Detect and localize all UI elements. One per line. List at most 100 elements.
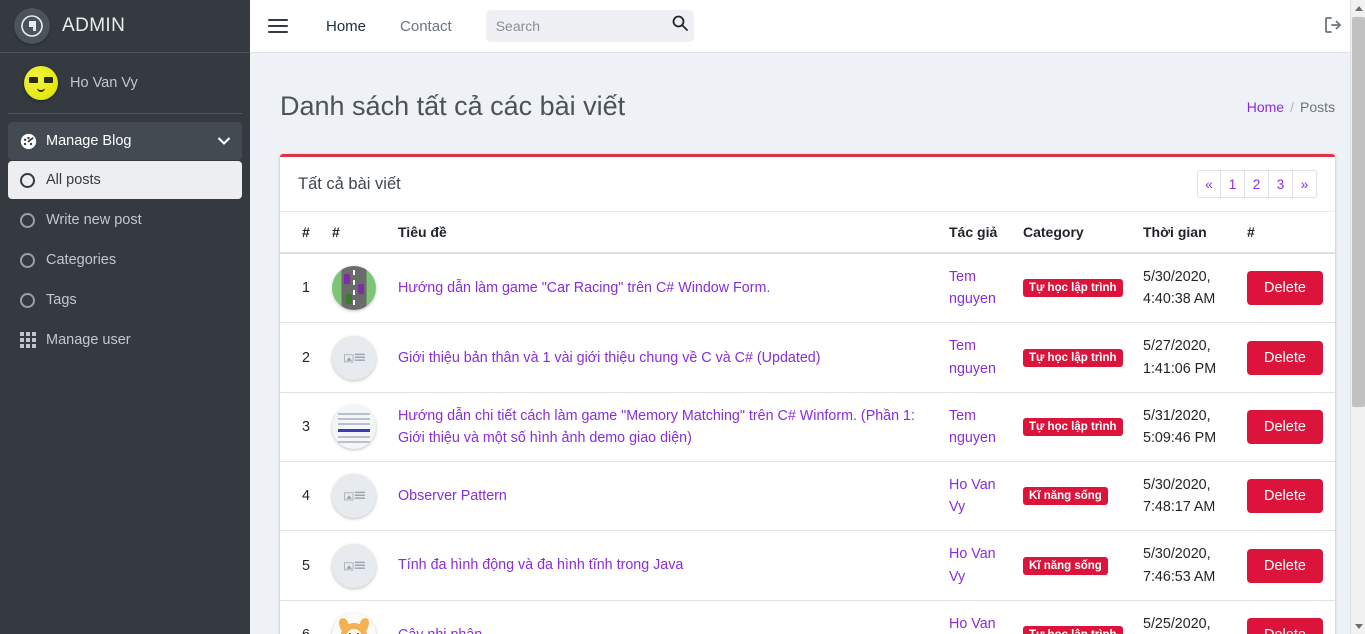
top-navbar: Home Contact [250,0,1365,53]
row-title-cell: Cây nhị phân [390,600,941,634]
pagination-page-3[interactable]: 3 [1269,170,1293,199]
speedometer-icon [20,133,46,150]
row-thumbnail-cell [324,253,390,324]
delete-button[interactable]: Delete [1247,617,1323,634]
column-header-time: Thời gian [1135,212,1239,255]
post-title-link[interactable]: Tính đa hình động và đa hình tĩnh trong … [398,557,683,573]
sidebar-item-categories[interactable]: Categories [8,241,242,279]
user-name: Ho Van Vy [70,75,138,91]
row-title-cell: Hướng dẫn làm game "Car Racing" trên C# … [390,253,941,324]
sidebar-item-manage-user[interactable]: Manage user [8,321,242,359]
row-index: 3 [280,392,324,463]
post-title-link[interactable]: Cây nhị phân [398,627,482,634]
row-title-cell: Hướng dẫn chi tiết cách làm game "Memory… [390,392,941,463]
breadcrumb-home[interactable]: Home [1247,99,1284,115]
scroll-up-icon[interactable] [1351,0,1365,16]
row-category-cell: Tự học lập trình [1015,322,1135,393]
row-category-cell: Kĩ năng sống [1015,530,1135,601]
delete-button[interactable]: Delete [1247,340,1323,375]
breadcrumb-separator: / [1290,98,1294,115]
search-icon[interactable] [672,15,688,34]
sidebar-item-label: Write new post [46,212,142,228]
hamburger-icon[interactable] [268,15,288,37]
search-container [485,10,694,42]
pagination-page-2[interactable]: 2 [1245,170,1269,199]
row-actions-cell: Delete [1239,253,1335,324]
navbar-link-home[interactable]: Home [326,18,366,35]
user-panel[interactable]: Ho Van Vy [8,53,242,114]
page-title: Danh sách tất cả các bài viết [280,91,626,122]
category-badge: Kĩ năng sống [1023,556,1108,575]
row-thumbnail-cell [324,322,390,393]
navbar-link-contact[interactable]: Contact [400,18,452,35]
row-thumbnail-cell [324,600,390,634]
row-title-cell: Tính đa hình động và đa hình tĩnh trong … [390,530,941,601]
document-thumbnail [332,404,376,449]
sidebar-item-manage-blog[interactable]: Manage Blog [8,122,242,160]
post-author-link[interactable]: Ho Van Vy [949,546,996,584]
card-title: Tất cả bài viết [298,174,401,193]
row-thumbnail-cell [324,530,390,601]
delete-button[interactable]: Delete [1247,271,1323,306]
table-header-row: # # Tiêu đề Tác giả Category Thời gian # [280,212,1335,255]
content-header: Danh sách tất cả các bài viết Home / Posts [250,53,1365,154]
pagination-prev[interactable]: « [1197,170,1221,199]
post-title-link[interactable]: Observer Pattern [398,488,507,504]
table-row: 6 Cây nhị phân Ho Van Vy [280,600,1335,634]
row-category-cell: Tự học lập trình [1015,253,1135,324]
sidebar-item-label: Manage user [46,332,131,348]
row-author-cell: Tem nguyen [941,392,1015,463]
post-author-link[interactable]: Tem nguyen [949,338,996,376]
sidebar: ADMIN Ho Van Vy Manage Blog All posts Wr… [0,0,250,634]
search-input[interactable] [485,10,694,42]
breadcrumb: Home / Posts [1247,99,1335,115]
row-title-cell: Observer Pattern [390,461,941,532]
scrollbar-thumb[interactable] [1352,17,1365,407]
scroll-down-icon[interactable] [1351,618,1365,634]
row-thumbnail-cell [324,392,390,463]
post-title-link[interactable]: Hướng dẫn chi tiết cách làm game "Memory… [398,408,915,446]
main-area: Home Contact Search Danh sách tất cả các… [250,0,1365,634]
table-row: 3 Hướng dẫn chi tiết cách làm game "Memo… [280,392,1335,463]
post-title-link[interactable]: Hướng dẫn làm game "Car Racing" trên C# … [398,280,770,296]
category-badge: Tự học lập trình [1023,279,1123,298]
post-author-link[interactable]: Tem nguyen [949,269,996,307]
pagination-page-1[interactable]: 1 [1221,170,1245,199]
row-index: 2 [280,322,324,393]
post-author-link[interactable]: Ho Van Vy [949,477,996,515]
admin-logo-icon [14,8,50,44]
breadcrumb-current: Posts [1299,98,1335,115]
brand-title: ADMIN [62,15,126,36]
post-author-link[interactable]: Tem nguyen [949,408,996,446]
category-badge: Tự học lập trình [1023,625,1123,634]
brand-header[interactable]: ADMIN [0,0,250,53]
row-actions-cell: Delete [1239,530,1335,601]
logout-icon[interactable] [1319,11,1347,42]
sidebar-item-all-posts[interactable]: All posts [8,161,242,199]
page-scrollbar[interactable] [1350,0,1365,634]
row-time: 5/30/2020, 7:46:53 AM [1135,530,1239,601]
table-body: 1 Hướng dẫn làm game "Car Racing" trên C… [280,253,1335,634]
row-author-cell: Tem nguyen [941,322,1015,393]
delete-button[interactable]: Delete [1247,479,1323,514]
column-header-thumb: # [324,212,390,255]
table-row: 1 Hướng dẫn làm game "Car Racing" trên C… [280,253,1335,324]
pagination-next[interactable]: » [1293,170,1317,199]
row-time: 5/31/2020, 5:09:46 PM [1135,392,1239,463]
sidebar-item-tags[interactable]: Tags [8,281,242,319]
row-category-cell: Tự học lập trình [1015,600,1135,634]
broken-image-placeholder [332,543,376,588]
row-author-cell: Ho Van Vy [941,461,1015,532]
row-time: 5/30/2020, 7:48:17 AM [1135,461,1239,532]
row-thumbnail-cell [324,461,390,532]
row-title-cell: Giới thiệu bản thân và 1 vài giới thiệu … [390,322,941,393]
delete-button[interactable]: Delete [1247,548,1323,583]
row-index: 4 [280,461,324,532]
sidebar-item-label: All posts [46,172,101,188]
post-title-link[interactable]: Giới thiệu bản thân và 1 vài giới thiệu … [398,350,820,366]
sidebar-item-write-new-post[interactable]: Write new post [8,201,242,239]
post-author-link[interactable]: Ho Van Vy [949,616,996,634]
row-index: 6 [280,600,324,634]
delete-button[interactable]: Delete [1247,409,1323,444]
row-time: 5/30/2020, 4:40:38 AM [1135,253,1239,324]
